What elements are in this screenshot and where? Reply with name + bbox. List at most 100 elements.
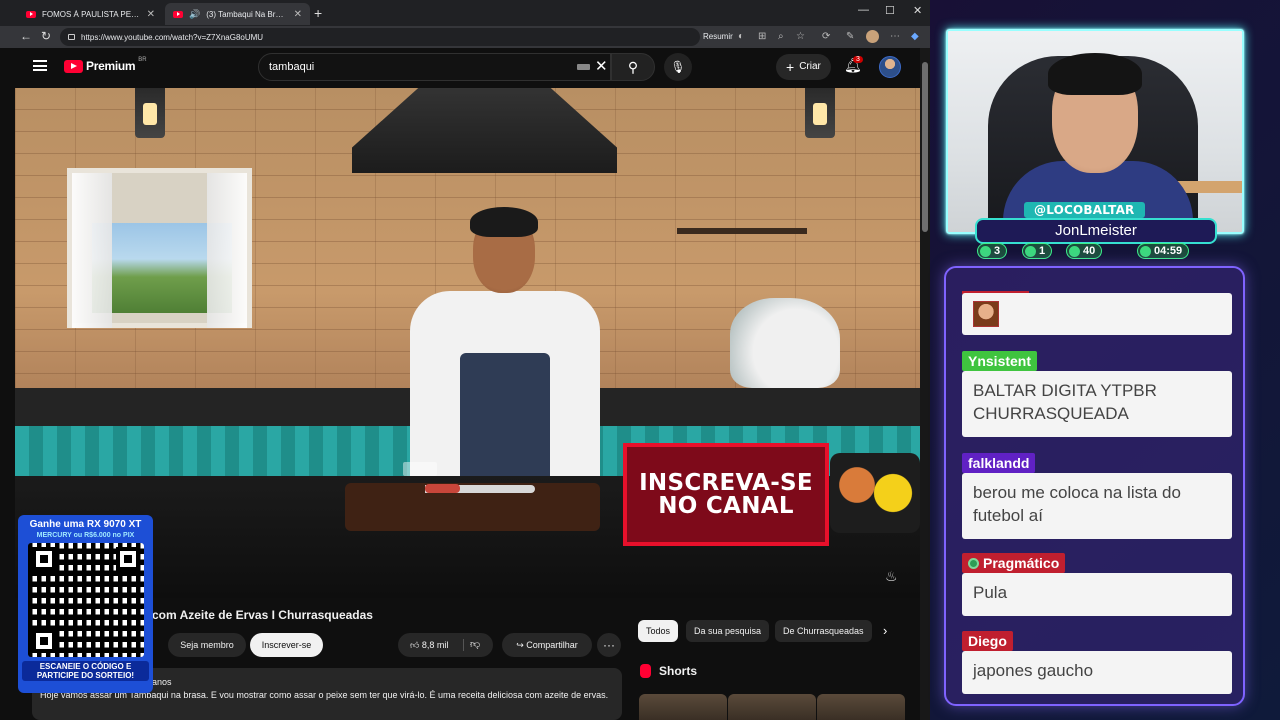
chef-hair	[470, 207, 538, 237]
close-tab-icon[interactable]: ✕	[147, 9, 155, 20]
apps-icon[interactable]: ⊞	[758, 31, 766, 42]
favorite-icon[interactable]: ☆	[796, 31, 805, 42]
refresh-extension-icon[interactable]: ⟳	[822, 31, 830, 42]
qr-finder	[31, 629, 56, 653]
notification-badge: 3	[853, 56, 863, 63]
share-icon: ↪	[516, 640, 524, 650]
more-menu-icon[interactable]: ⋯	[890, 31, 900, 42]
more-actions-button[interactable]: ···	[597, 633, 621, 657]
wall-lamp	[135, 88, 165, 138]
youtube-play-icon	[64, 59, 83, 73]
thumbs-up-icon: 👍︎	[410, 640, 420, 650]
tab-title: (3) Tambaqui Na Brasa com Azeite de Erva…	[206, 9, 288, 19]
shorts-icon	[640, 664, 651, 678]
wall-shelf	[677, 228, 807, 234]
qr-finder	[115, 547, 140, 571]
closed-caption-icon	[403, 462, 437, 476]
minimize-icon[interactable]: —	[858, 4, 869, 16]
knife-handle	[425, 484, 460, 493]
back-icon[interactable]: ←	[20, 29, 32, 43]
keyboard-icon[interactable]	[577, 64, 590, 70]
short-thumbnail[interactable]	[639, 694, 727, 720]
short-thumbnail[interactable]	[728, 694, 816, 720]
chat-bubble-icon	[980, 245, 991, 257]
search-input[interactable]: tambaqui	[258, 53, 611, 81]
chat-username-badged: Pragmático	[962, 553, 1066, 573]
chat-message: Pula	[962, 573, 1232, 616]
stat-timer: 04:59	[1137, 243, 1190, 259]
extensions-icon[interactable]: ✎	[846, 31, 854, 42]
giveaway-footer: ESCANEIE O CÓDIGO E PARTICIPE DO SORTEIO…	[22, 661, 149, 681]
wall-lamp	[805, 88, 835, 138]
new-tab-icon[interactable]: +	[314, 5, 322, 21]
url-text: https://www.youtube.com/watch?v=Z7XnaG8o…	[81, 32, 264, 42]
youtube-header: Premium BR tambaqui ✕ ⚲ 🎙 + Criar 🔔︎ 3	[15, 48, 920, 88]
tab-tambaqui[interactable]: 🔊 (3) Tambaqui Na Brasa com Azeite de Er…	[165, 3, 310, 25]
site-info-icon[interactable]	[68, 34, 75, 40]
join-button[interactable]: Seja membro	[168, 633, 246, 657]
chat-username: falklandd	[962, 453, 1036, 473]
address-bar: ← ↻ https://www.youtube.com/watch?v=Z7Xn…	[0, 26, 930, 48]
profile-avatar[interactable]	[866, 30, 879, 43]
badge-icon	[968, 557, 979, 569]
tab-paulista[interactable]: FOMOS À PAULISTA PERGUNTAR ✕	[18, 3, 163, 25]
maximize-icon[interactable]: ☐	[885, 4, 895, 17]
search-button[interactable]: ⚲	[611, 53, 655, 81]
summary-button[interactable]: Resumir	[703, 32, 733, 41]
reader-icon[interactable]: ◐	[738, 31, 744, 42]
close-tab-icon[interactable]: ✕	[294, 9, 302, 20]
like-divider	[463, 639, 464, 651]
shorts-heading: Shorts	[659, 664, 698, 678]
copilot-icon[interactable]: ◆	[911, 31, 919, 42]
channel-watermark-icon[interactable]: ♨	[885, 568, 901, 588]
stat-video-count: 1	[1022, 243, 1053, 259]
menu-icon[interactable]	[33, 60, 47, 71]
share-label: Compartilhar	[526, 640, 578, 650]
chip-all[interactable]: Todos	[638, 620, 679, 642]
chip-from-search[interactable]: Da sua pesquisa	[686, 620, 770, 642]
chat-username: Ynsistent	[962, 351, 1038, 371]
chat-message: BALTAR DIGITA YTPBR CHURRASQUEADA	[962, 371, 1232, 437]
stat-chat-count: 3	[977, 243, 1008, 259]
chat-message: japones gaucho	[962, 651, 1232, 694]
chat-username: Diego	[962, 631, 1013, 651]
url-field[interactable]: https://www.youtube.com/watch?v=Z7XnaG8o…	[60, 28, 700, 46]
account-avatar[interactable]	[879, 56, 901, 78]
video-title: com Azeite de Ervas I Churrasqueadas	[152, 608, 373, 622]
subscribe-button[interactable]: Inscrever-se	[250, 633, 323, 657]
subscribe-overlay-card[interactable]: INSCREVA-SE NO CANAL	[623, 443, 829, 546]
create-button[interactable]: + Criar	[776, 54, 831, 80]
zoom-icon[interactable]: ⌕	[778, 31, 784, 42]
qr-code	[27, 543, 144, 657]
share-button[interactable]: ↪ Compartilhar	[502, 633, 592, 657]
tab-title: FOMOS À PAULISTA PERGUNTAR	[42, 9, 141, 19]
curtain-right	[207, 173, 247, 328]
chip-from-channel[interactable]: De Churrasqueadas	[775, 620, 872, 642]
youtube-logo[interactable]: Premium BR	[64, 57, 147, 73]
close-window-icon[interactable]: ✕	[913, 4, 922, 17]
streamer-handle: @LOCOBALTAR	[1024, 202, 1145, 218]
chef-apron	[460, 353, 550, 488]
clear-search-icon[interactable]: ✕	[595, 57, 608, 75]
cow-figurine	[730, 298, 840, 388]
voice-search-button[interactable]: 🎙	[664, 53, 692, 81]
youtube-favicon-icon	[26, 10, 36, 18]
like-count: 8,8 mil	[421, 640, 449, 650]
short-thumbnail[interactable]	[817, 694, 905, 720]
chevron-right-icon[interactable]: ›	[883, 623, 887, 638]
subscribe-overlay-text: INSCREVA-SE NO CANAL	[639, 469, 813, 519]
speaker-icon[interactable]: 🔊	[189, 9, 200, 20]
whatsapp-icon	[1140, 245, 1151, 257]
giveaway-subline: MERCURY ou R$6.000 no PIX	[36, 532, 135, 539]
chat-message	[962, 293, 1232, 335]
vegetables	[830, 453, 920, 533]
curtain-left	[72, 173, 112, 328]
emote-icon	[973, 301, 999, 327]
description-meta: anos	[152, 677, 172, 687]
tab-strip: FOMOS À PAULISTA PERGUNTAR ✕ 🔊 (3) Tamba…	[0, 0, 930, 26]
scrollbar-thumb[interactable]	[922, 62, 928, 232]
chat-message: berou me coloca na lista do futebol aí	[962, 473, 1232, 539]
reload-icon[interactable]: ↻	[41, 29, 51, 43]
thumbs-down-icon[interactable]: 👎︎	[470, 638, 480, 650]
video-icon	[1025, 245, 1036, 257]
